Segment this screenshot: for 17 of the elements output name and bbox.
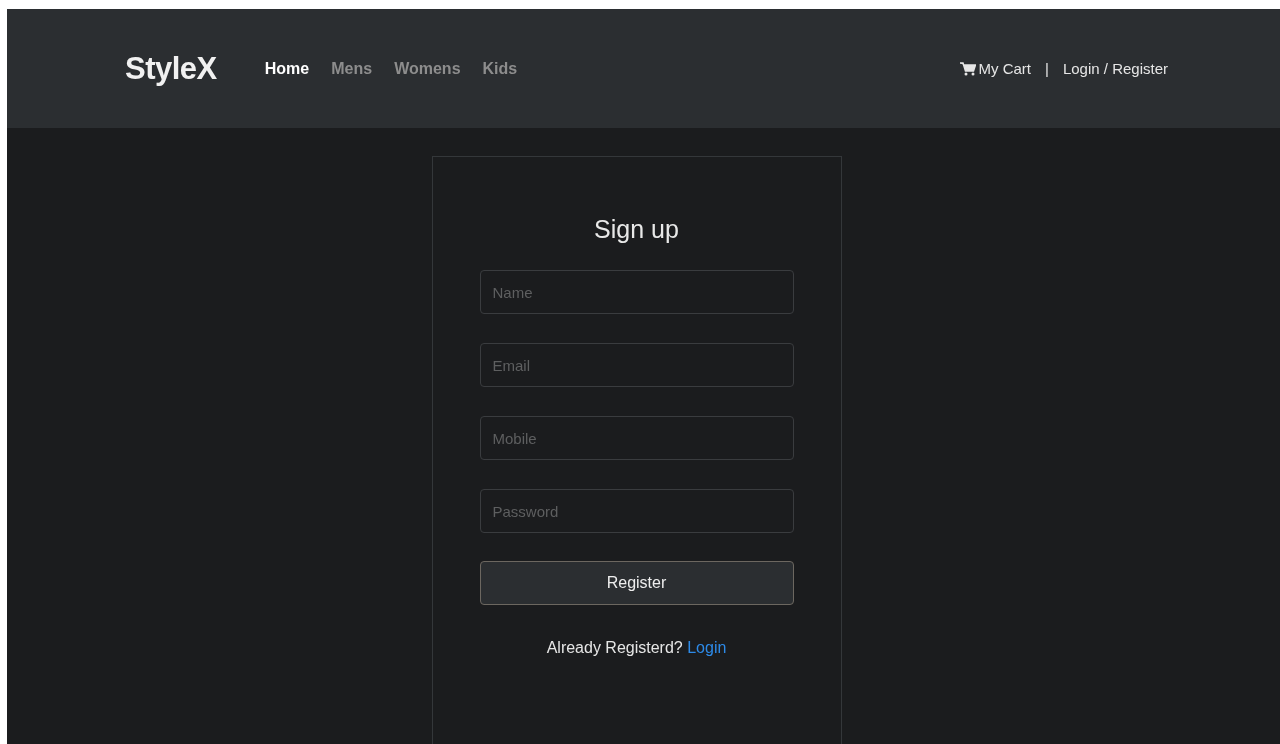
brand-logo[interactable]: StyleX [125, 50, 217, 87]
input-field[interactable]: Mobile [479, 416, 794, 460]
separator: | [1045, 60, 1049, 77]
login-link[interactable]: Login [687, 639, 727, 656]
login-register-link[interactable]: Login / Register [1062, 60, 1168, 77]
nav-link[interactable]: Home [264, 59, 310, 78]
nav-link[interactable]: Mens [331, 59, 373, 78]
register-button[interactable]: Register [479, 561, 794, 605]
input-field[interactable]: Email [479, 343, 794, 387]
input-field[interactable]: Password [479, 489, 794, 533]
cart-link[interactable]: My Cart [959, 60, 1032, 77]
nav-link[interactable]: Kids [482, 59, 518, 78]
form-title: Sign up [594, 215, 679, 244]
input-field[interactable]: Name [479, 270, 794, 314]
cart-icon [959, 61, 976, 76]
nav-link[interactable]: Womens [394, 59, 461, 78]
login-prompt: Already Registerd? Login [546, 639, 727, 657]
